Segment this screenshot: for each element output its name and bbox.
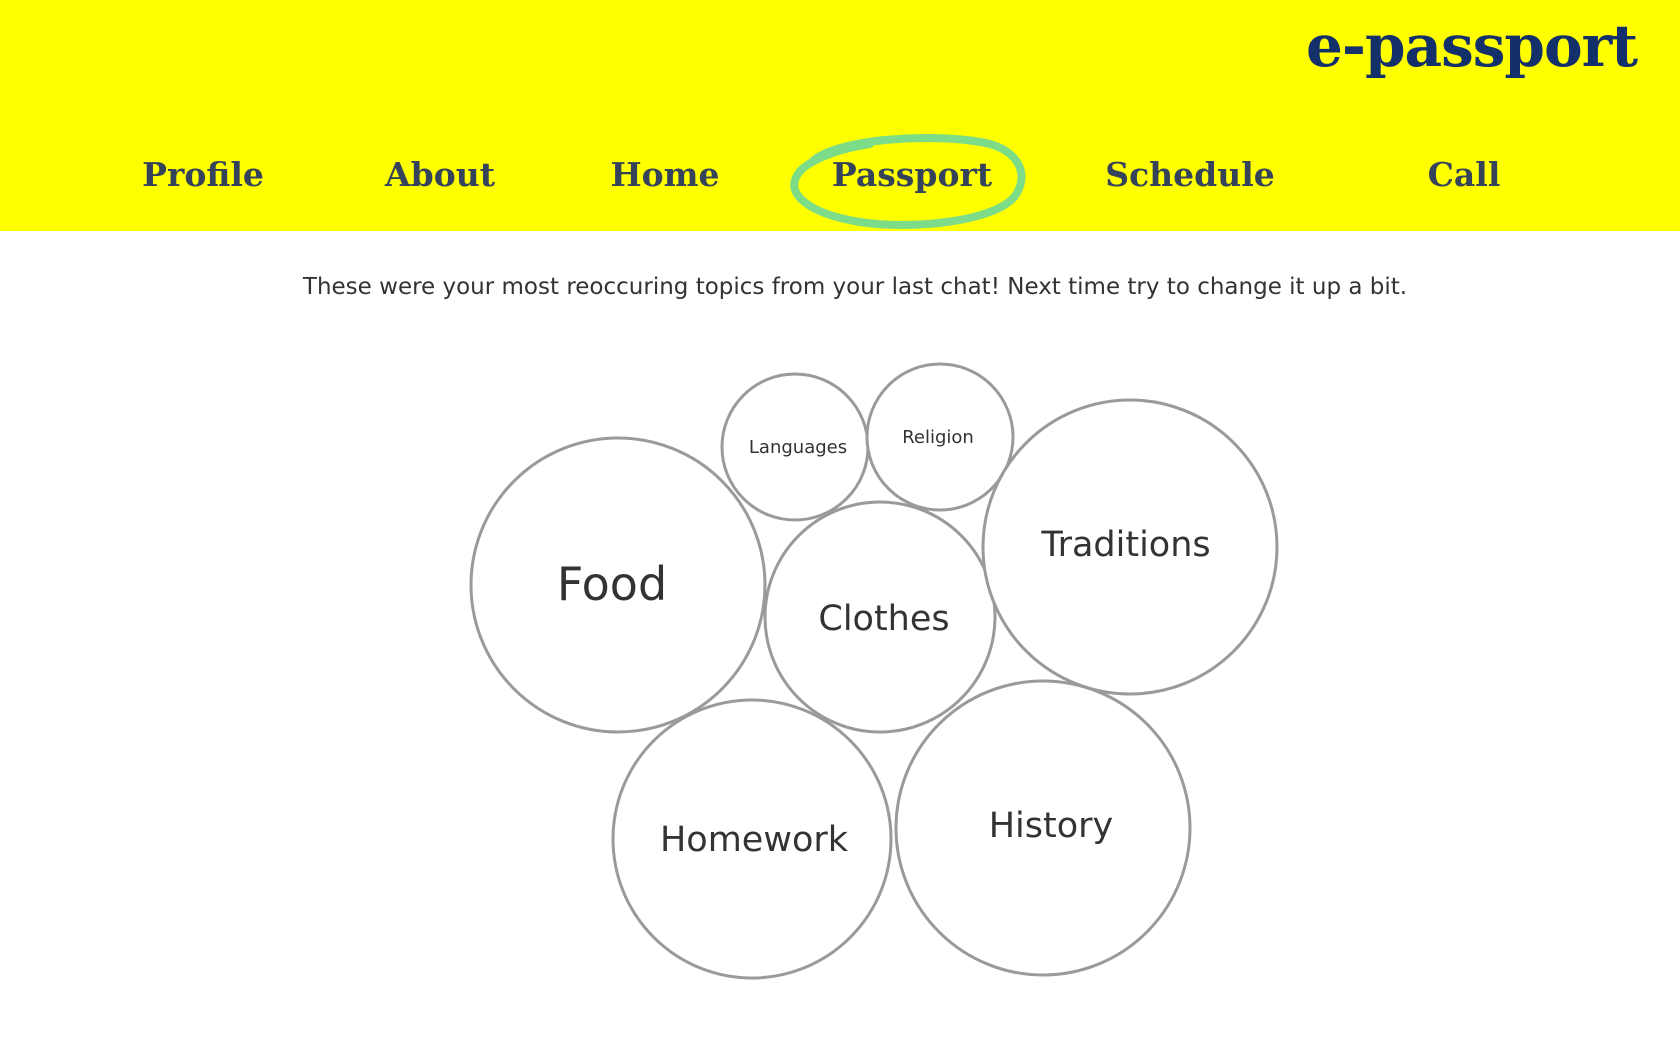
topic-label-history: History xyxy=(989,806,1114,846)
topic-label-languages: Languages xyxy=(749,437,847,458)
topic-label-clothes: Clothes xyxy=(818,599,949,639)
topics-bubble-chart: Languages Religion Food Clothes Traditions Ho… xyxy=(469,362,1279,980)
topic-label-food: Food xyxy=(557,557,667,611)
topic-label-traditions: Traditions xyxy=(1040,525,1210,565)
topic-label-religion: Religion xyxy=(902,427,974,448)
topic-label-homework: Homework xyxy=(660,820,849,860)
